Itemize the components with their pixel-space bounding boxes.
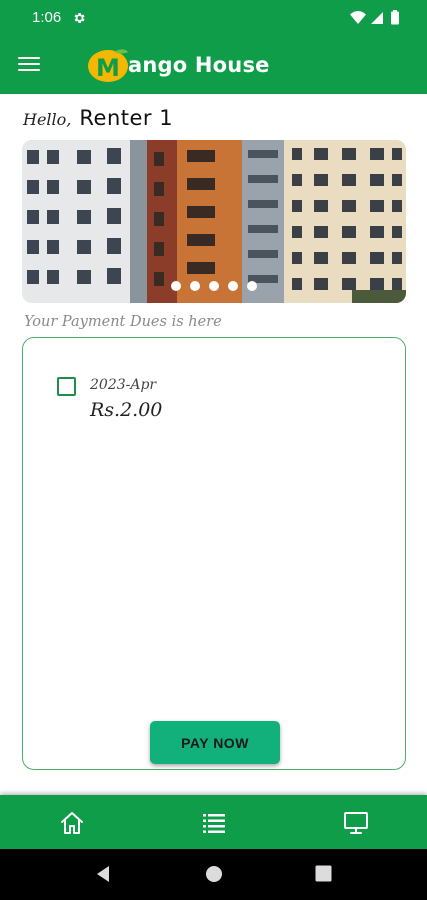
monitor-icon[interactable]	[342, 809, 370, 837]
greeting-hello: Hello,	[23, 110, 72, 129]
status-bar: 1:06	[0, 0, 427, 36]
logo-letter: M	[96, 54, 120, 82]
carousel-dot-1[interactable]	[171, 281, 181, 291]
bottom-nav	[0, 795, 427, 849]
carousel-dot-5[interactable]	[247, 281, 257, 291]
pay-now-button[interactable]: PAY NOW	[150, 721, 280, 764]
due-amount: Rs.2.00	[90, 399, 163, 421]
due-checkbox[interactable]	[57, 377, 76, 396]
hamburger-menu-icon[interactable]	[18, 53, 44, 75]
back-icon[interactable]	[95, 865, 111, 883]
status-time: 1:06	[32, 9, 62, 26]
status-icons	[350, 10, 399, 25]
carousel-dot-2[interactable]	[190, 281, 200, 291]
home-circle-icon[interactable]	[205, 865, 223, 883]
dues-card: 2023-Apr Rs.2.00 PAY NOW	[22, 337, 406, 770]
apartment-buildings-photo	[22, 140, 406, 303]
signal-icon	[371, 12, 383, 24]
gear-icon	[74, 12, 85, 24]
app-bar: M ango House	[0, 36, 427, 94]
due-month: 2023-Apr	[90, 377, 157, 393]
battery-icon	[391, 11, 399, 25]
recents-icon[interactable]	[315, 865, 332, 882]
greeting: Hello, Renter 1	[23, 106, 173, 130]
carousel-dot-4[interactable]	[228, 281, 238, 291]
carousel-dot-3[interactable]	[209, 281, 219, 291]
system-navigation-bar	[0, 849, 427, 900]
dues-caption: Your Payment Dues is here	[24, 314, 222, 330]
greeting-name: Renter 1	[79, 106, 174, 130]
banner-carousel[interactable]	[22, 140, 406, 303]
app-title: ango House	[128, 53, 270, 77]
mango-logo-icon: M	[88, 49, 128, 82]
list-icon[interactable]	[200, 809, 228, 837]
app-logo: M ango House	[86, 43, 270, 87]
home-icon[interactable]	[58, 809, 86, 837]
wifi-icon	[350, 11, 366, 24]
carousel-dots	[22, 281, 406, 291]
